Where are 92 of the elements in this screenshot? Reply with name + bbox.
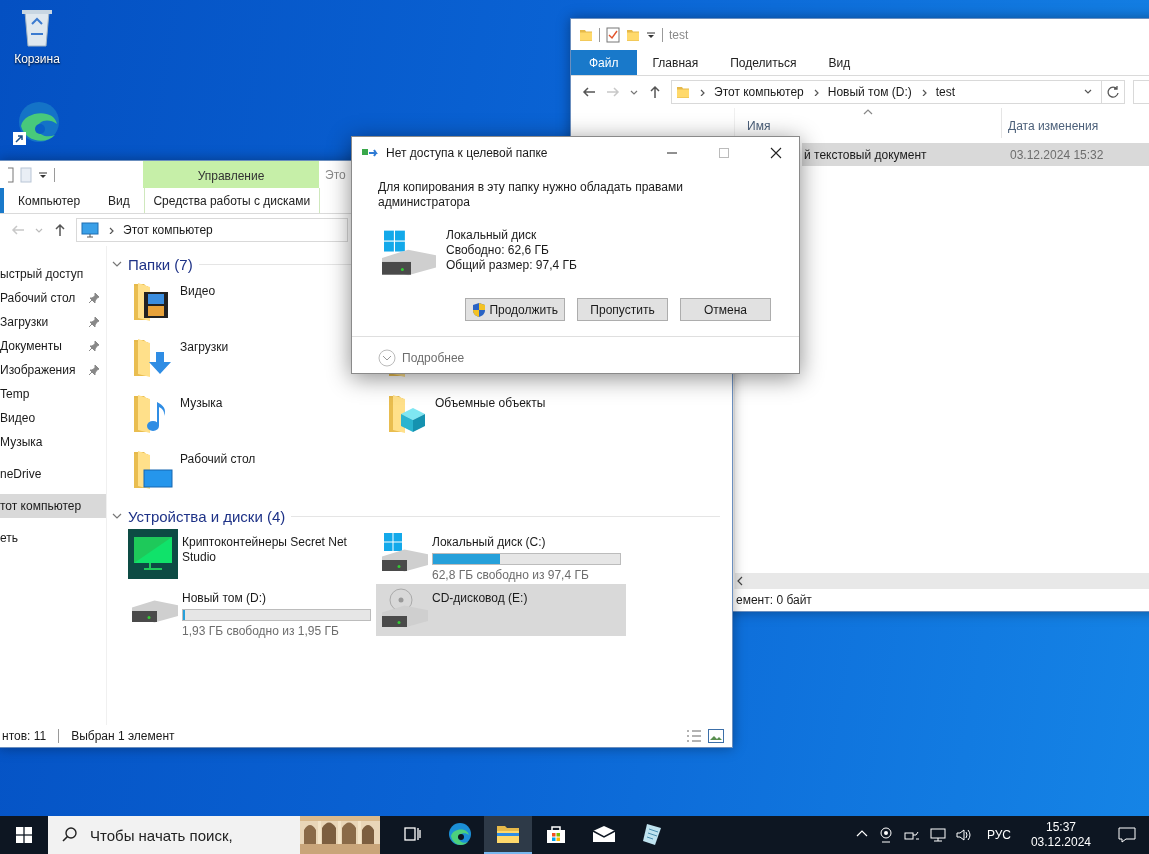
notepad-icon	[641, 822, 663, 846]
file-row[interactable]: й текстовый документ 03.12.2024 15:32	[802, 143, 1149, 166]
folder-name[interactable]: Объемные объекты	[435, 390, 546, 410]
horizontal-scrollbar[interactable]	[735, 573, 1149, 589]
folder-name[interactable]: Видео	[180, 278, 216, 298]
collapse-icon	[112, 511, 122, 521]
taskbar-app[interactable]	[484, 816, 532, 854]
file-name: й текстовый документ	[803, 147, 928, 162]
dialog-button[interactable]: Пропустить	[577, 298, 668, 321]
drive-item[interactable]: CD-дисковод (E:)	[376, 584, 626, 636]
nav-item[interactable]: тот компьютер	[0, 494, 106, 518]
mail-icon	[592, 825, 616, 843]
search-box[interactable]: Чтобы начать поиск,	[48, 816, 380, 854]
dialog-button[interactable]: Продолжить	[465, 298, 565, 321]
task-view-icon	[402, 825, 422, 843]
nav-item[interactable]: Изображения	[0, 358, 106, 382]
context-tab-group: Управление	[143, 161, 319, 188]
ribbon-tab[interactable]: Главная	[636, 50, 715, 75]
ribbon-tab[interactable]: Поделиться	[714, 50, 813, 75]
nav-item[interactable]: Рабочий стол	[0, 286, 106, 310]
nav-item[interactable]: neDrive	[0, 462, 106, 486]
drive-item[interactable]: Локальный диск (C:) 62,8 ГБ свободно из 97,4 ГБ	[376, 528, 626, 580]
computer-icon	[81, 222, 99, 238]
modified-date: 03.12.2024 15:32	[1009, 147, 1105, 162]
nav-item[interactable]: Видео	[0, 406, 106, 430]
nav-item[interactable]: Музыка	[0, 430, 106, 454]
folder-icon	[496, 824, 520, 844]
total-size-text: Общий размер: 97,4 ГБ	[446, 258, 577, 273]
status-text: Выбран 1 элемент	[71, 729, 175, 743]
expand-icon	[378, 349, 396, 367]
ribbon-tab[interactable]: Вид	[94, 188, 144, 213]
status-text: нтов: 11	[2, 729, 47, 743]
ribbon-tab[interactable]: Компьютер	[4, 188, 95, 213]
desktop-icon-label[interactable]: Корзина	[14, 52, 60, 66]
status-text: емент: 0 байт	[736, 593, 812, 607]
dropdown-icon[interactable]	[646, 29, 656, 40]
free-space-text: 1,93 ГБ свободно из 1,95 ГБ	[182, 624, 340, 638]
dialog-title: Нет доступа к целевой папке	[386, 145, 549, 160]
search-field[interactable]: Чтобы начать поиск,	[88, 825, 290, 845]
dialog-button[interactable]: Отмена	[680, 298, 771, 321]
nav-item[interactable]: ыстрый доступ	[0, 262, 106, 286]
language-indicator[interactable]: РУС	[980, 828, 1017, 842]
folder-icon	[676, 85, 690, 99]
drive-item[interactable]: Криптоконтейнеры Secret Net Studio	[126, 528, 376, 580]
details-toggle[interactable]: Подробнее	[378, 349, 465, 367]
group-toggle[interactable]	[112, 511, 122, 521]
group-toggle[interactable]	[112, 259, 122, 269]
drive-name: Локальный диск	[446, 228, 538, 243]
ribbon-tab[interactable]: Средства работы с дисками	[143, 188, 320, 213]
close-icon	[770, 146, 782, 159]
address-bar[interactable]: Этот компьютер Новый том (D:) test	[671, 80, 1125, 104]
nav-item[interactable]: еть	[0, 526, 106, 550]
folder-name[interactable]: Рабочий стол	[180, 446, 256, 466]
ribbon-tab[interactable]: Файл	[571, 50, 637, 75]
notifications-icon	[1118, 827, 1136, 843]
folder-name[interactable]: Музыка	[180, 390, 223, 410]
ribbon-tab[interactable]: Вид	[812, 50, 867, 75]
folder-icon	[579, 27, 593, 42]
windows-logo-icon	[16, 827, 32, 843]
free-space-text: Свободно: 62,6 ГБ	[446, 243, 550, 258]
address-bar[interactable]: Этот компьютер	[76, 218, 348, 242]
drive-item[interactable]: Новый том (D:) 1,93 ГБ свободно из 1,95 ГБ	[126, 584, 376, 636]
store-icon	[545, 823, 567, 845]
shield-icon	[472, 301, 487, 318]
breadcrumb-separator-icon	[698, 88, 706, 96]
webcam-icon[interactable]	[878, 827, 893, 843]
column-header[interactable]: Дата изменения	[1002, 108, 1149, 138]
nav-item[interactable]: Документы	[0, 334, 106, 358]
browser-icon	[13, 100, 61, 146]
group-title: Папки (7)	[128, 255, 193, 273]
search-icon	[62, 827, 78, 843]
collapse-icon	[112, 259, 122, 269]
group-title: Устройства и диски (4)	[128, 507, 286, 525]
browser-icon	[448, 822, 472, 846]
maximize-icon	[719, 147, 729, 158]
clock[interactable]: 15:37 03.12.2024	[1024, 820, 1097, 850]
window-title: Это	[325, 167, 346, 182]
volume-icon[interactable]	[955, 828, 972, 842]
breadcrumb-separator-icon	[107, 226, 115, 234]
dropdown-icon[interactable]	[38, 169, 48, 180]
dialog-message: Для копирования в эту папку нужно обладать правами администратора	[378, 180, 684, 210]
refresh-icon[interactable]	[1106, 85, 1120, 99]
new-folder-icon	[626, 27, 640, 42]
nav-item[interactable]: Загрузки	[0, 310, 106, 334]
copy-icon	[362, 146, 380, 159]
monitor-app-icon	[128, 529, 178, 579]
nav-item[interactable]: Temp	[0, 382, 106, 406]
free-space-text: 62,8 ГБ свободно из 97,4 ГБ	[432, 568, 590, 582]
folder-name[interactable]: Загрузки	[180, 334, 229, 354]
network-icon[interactable]	[929, 828, 946, 842]
large-icons-view-icon[interactable]	[708, 729, 724, 743]
window-title: test	[669, 27, 689, 42]
